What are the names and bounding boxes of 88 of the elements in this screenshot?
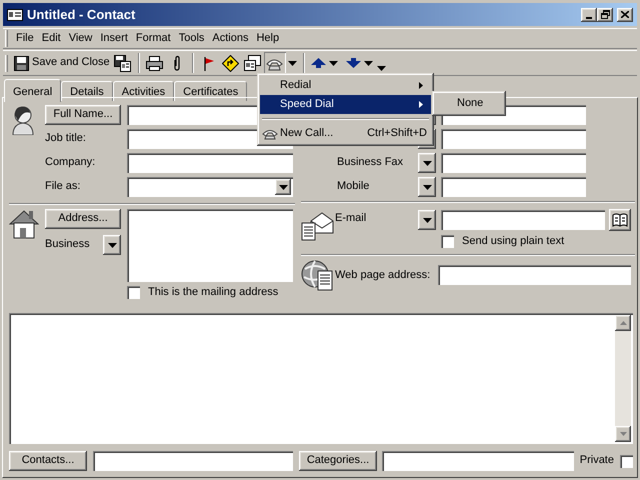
dial-button[interactable] <box>264 52 286 74</box>
contacts-field[interactable] <box>93 451 293 471</box>
tab[interactable]: Details <box>61 81 113 101</box>
phone-label: Mobile <box>337 180 370 194</box>
caret-icon <box>422 160 432 166</box>
phone-label: Business Fax <box>337 156 404 170</box>
close-icon <box>621 11 629 18</box>
dropdown-button[interactable] <box>418 210 436 230</box>
menu-item[interactable]: None <box>435 94 503 113</box>
web-page-field[interactable] <box>438 265 631 286</box>
notes-field[interactable] <box>9 313 633 444</box>
caret-icon <box>278 184 288 190</box>
phone-field[interactable] <box>441 129 586 149</box>
scroll-up-button[interactable] <box>615 315 631 331</box>
print-icon <box>146 56 164 70</box>
email-field[interactable] <box>441 210 605 230</box>
contacts-button[interactable]: Contacts... <box>9 451 87 471</box>
phone-field[interactable] <box>441 153 586 173</box>
private-label: Private <box>580 454 614 468</box>
down-arrow-icon <box>346 58 361 68</box>
checkbox[interactable] <box>441 235 454 248</box>
menu-item[interactable]: Help <box>252 32 284 46</box>
email-label: E-mail <box>335 212 368 226</box>
scrollbar[interactable] <box>615 315 631 442</box>
book-icon <box>612 213 628 227</box>
save-and-close-button[interactable]: Save and Close <box>12 52 112 74</box>
address-type-label: Business <box>45 238 90 252</box>
tab[interactable]: General <box>4 79 62 102</box>
close-button[interactable] <box>617 8 633 22</box>
shortcut-text: Ctrl+Shift+D <box>367 126 427 140</box>
window-title: Untitled - Contact <box>27 6 136 22</box>
restore-button[interactable] <box>597 8 613 22</box>
globe-icon <box>301 259 335 292</box>
house-icon <box>9 209 39 239</box>
minimize-button[interactable] <box>581 8 597 22</box>
submenu-arrow-icon <box>419 82 423 89</box>
combo-box[interactable] <box>127 177 293 197</box>
field-label: Company: <box>45 156 96 170</box>
full-name-button[interactable]: Full Name... <box>45 105 121 125</box>
caret-icon <box>108 242 116 248</box>
caret-icon <box>422 184 432 190</box>
phone-field[interactable] <box>441 177 586 197</box>
menu-item[interactable]: Tools <box>174 32 208 46</box>
caret-icon <box>328 60 338 66</box>
field-label: Job title: <box>45 132 87 146</box>
scroll-down-button[interactable] <box>615 426 631 442</box>
dropdown-button[interactable] <box>103 235 121 255</box>
categories-button[interactable]: Categories... <box>299 451 377 471</box>
address-field[interactable] <box>127 209 293 282</box>
categories-field[interactable] <box>382 451 574 471</box>
web-page-label: Web page address: <box>335 268 432 282</box>
checkbox-label: This is the mailing address <box>148 286 278 300</box>
dropdown-button[interactable] <box>418 177 436 197</box>
checkbox-label: Send using plain text <box>462 235 564 248</box>
caret-icon <box>288 60 297 66</box>
address-button[interactable]: Address... <box>45 209 121 229</box>
dropdown-button[interactable] <box>275 179 291 195</box>
menu-item[interactable]: File <box>12 32 38 46</box>
follow-up-icon <box>222 54 240 72</box>
attach-icon <box>172 55 181 71</box>
contact-card-icon <box>7 8 23 22</box>
menu-item[interactable]: Format <box>132 32 175 46</box>
menu-item[interactable]: Edit <box>38 32 65 46</box>
menu-item[interactable]: Speed Dial <box>260 95 431 114</box>
up-arrow-icon <box>620 321 626 325</box>
menu-item[interactable]: View <box>64 32 96 46</box>
dropdown-button[interactable] <box>418 153 436 173</box>
tab[interactable]: Activities <box>112 81 174 101</box>
menu-item[interactable]: New Call... Ctrl+Shift+D <box>260 124 431 143</box>
text-field[interactable] <box>127 153 293 173</box>
address-card-icon <box>244 55 262 71</box>
checkbox[interactable] <box>127 286 140 300</box>
caret-icon <box>422 218 432 222</box>
field-label: File as: <box>45 180 82 194</box>
flag-icon <box>202 56 215 70</box>
menu-item[interactable]: Redial <box>260 76 431 95</box>
up-arrow-icon <box>310 58 326 68</box>
submenu-arrow-icon <box>419 101 423 108</box>
menu-item[interactable]: Insert <box>96 32 132 46</box>
minimize-icon <box>586 16 592 18</box>
save-as-icon <box>114 54 132 72</box>
restore-icon <box>600 10 610 19</box>
telephone-icon <box>262 127 278 140</box>
down-arrow-icon <box>620 432 626 436</box>
tab[interactable]: Certificates <box>174 81 248 101</box>
menu-item[interactable]: Actions <box>208 32 252 46</box>
checkbox[interactable] <box>620 454 633 468</box>
address-book-button[interactable] <box>609 209 631 231</box>
